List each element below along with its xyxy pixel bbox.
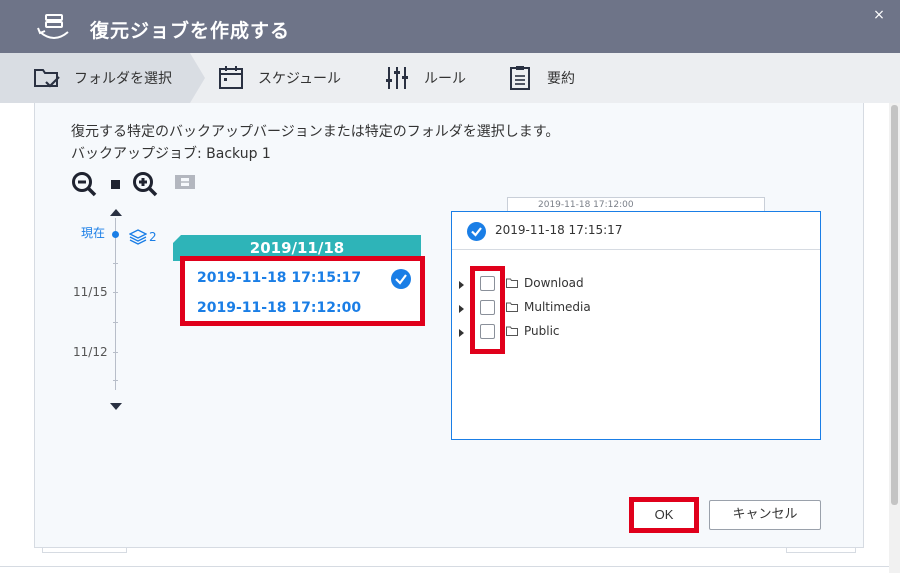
wizard-steps: フォルダを選択 スケジュール ルール 要約 xyxy=(0,53,900,103)
step-label: 要約 xyxy=(547,71,575,87)
version-item[interactable]: 2019-11-18 17:15:17 xyxy=(197,270,361,286)
folder-name[interactable]: Download xyxy=(524,276,584,290)
step-schedule[interactable]: スケジュール xyxy=(216,53,341,103)
timeline-date-label: 11/15 xyxy=(73,285,108,299)
step-label: スケジュール xyxy=(258,71,342,87)
vertical-scrollbar[interactable] xyxy=(889,103,900,573)
cancel-button[interactable]: キャンセル xyxy=(709,500,821,530)
timeline-tick xyxy=(113,380,118,381)
timeline-current-dot[interactable] xyxy=(112,231,119,238)
zoom-out-icon[interactable] xyxy=(71,171,97,197)
version-item[interactable]: 2019-11-18 17:12:00 xyxy=(197,300,361,316)
step-select-folder[interactable]: フォルダを選択 xyxy=(32,53,172,103)
timeline-date-label: 11/12 xyxy=(73,345,108,359)
step-rules[interactable]: ルール xyxy=(382,53,466,103)
tree-row: Public xyxy=(452,321,820,343)
timeline-tick xyxy=(113,292,118,293)
zoom-in-icon[interactable] xyxy=(132,171,158,197)
close-button[interactable]: × xyxy=(870,6,888,24)
expand-arrow-icon[interactable] xyxy=(459,281,464,289)
tree-row: Multimedia xyxy=(452,297,820,319)
sliders-icon xyxy=(386,67,408,89)
description-text: 復元する特定のバックアップバージョンまたは特定のフォルダを選択します。 xyxy=(71,124,560,140)
folder-name[interactable]: Multimedia xyxy=(524,300,591,314)
date-tab-notch xyxy=(172,234,182,244)
step-summary[interactable]: 要約 xyxy=(505,53,575,103)
timeline-down-arrow[interactable] xyxy=(110,403,122,410)
restore-job-window: 復元ジョブを作成する × フォルダを選択 スケジュール ルール 要約 復元する特… xyxy=(0,0,900,573)
folder-name[interactable]: Public xyxy=(524,324,560,338)
footer-tab-left xyxy=(42,548,127,553)
zoom-level-indicator xyxy=(111,180,120,189)
layers-icon xyxy=(129,229,147,245)
folder-tree-panel: 2019-11-18 17:15:17 Download Multimedia xyxy=(451,211,821,440)
tree-row: Download xyxy=(452,273,820,295)
version-count: 2 xyxy=(149,230,157,244)
folder-icon xyxy=(506,302,518,312)
scrollbar-thumb[interactable] xyxy=(891,105,898,505)
title-bar: 復元ジョブを作成する × xyxy=(0,0,900,53)
ok-button[interactable]: OK xyxy=(629,497,699,533)
folder-icon xyxy=(506,278,518,288)
check-circle-icon xyxy=(391,269,411,289)
window-title: 復元ジョブを作成する xyxy=(90,20,291,42)
timeline-tick xyxy=(113,322,118,323)
calendar-icon xyxy=(219,66,243,89)
step-label: ルール xyxy=(424,71,466,87)
checkbox-highlight xyxy=(470,266,505,354)
footer-tab-right xyxy=(786,548,856,553)
timeline-now-label: 現在 xyxy=(81,226,106,240)
folder-panel-title: 2019-11-18 17:15:17 xyxy=(495,223,623,237)
timeline-up-arrow[interactable] xyxy=(110,209,122,216)
clipboard-icon xyxy=(510,66,530,90)
calendar-view-icon[interactable] xyxy=(173,172,197,194)
step-label: フォルダを選択 xyxy=(74,71,172,87)
expand-arrow-icon[interactable] xyxy=(459,329,464,337)
footer-divider xyxy=(0,566,889,567)
timeline-axis xyxy=(115,218,116,390)
timeline-tick xyxy=(113,263,118,264)
version-list: 2019-11-18 17:15:17 2019-11-18 17:12:00 xyxy=(180,256,425,326)
expand-arrow-icon[interactable] xyxy=(459,305,464,313)
check-circle-icon xyxy=(467,222,486,241)
restore-icon xyxy=(37,14,69,39)
main-panel: 復元する特定のバックアップバージョンまたは特定のフォルダを選択します。 バックア… xyxy=(34,103,864,548)
folder-check-icon xyxy=(34,69,60,88)
folder-icon xyxy=(506,326,518,336)
timeline-tick xyxy=(113,352,118,353)
backup-job-label: バックアップジョブ: Backup 1 xyxy=(71,146,271,162)
folder-panel-header: 2019-11-18 17:15:17 xyxy=(452,212,820,250)
